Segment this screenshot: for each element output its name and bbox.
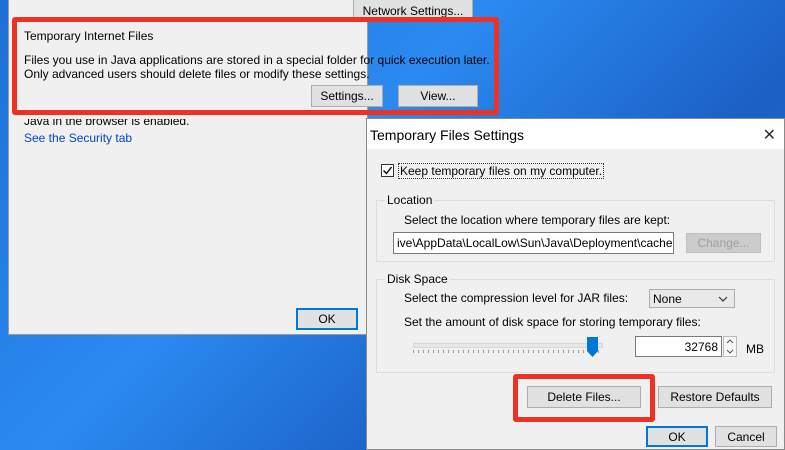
temporary-files-settings-dialog: Temporary Files Settings ✕ Keep temporar… [366,118,785,450]
location-description: Select the location where temporary file… [404,213,671,227]
change-button: Change... [686,233,761,253]
checkmark-icon [383,166,393,175]
browser-status-text: Java in the browser is enabled. [24,114,190,128]
slider-track [413,343,603,348]
network-settings-button[interactable]: Network Settings... [353,0,473,22]
compression-select[interactable]: None [649,289,735,308]
compression-value: None [653,291,682,306]
disk-space-group-title: Disk Space [385,272,450,286]
disk-unit-label: MB [746,342,764,356]
dialog-titlebar: Temporary Files Settings ✕ [367,119,784,149]
view-button[interactable]: View... [398,85,478,107]
disk-space-slider[interactable] [413,337,603,363]
disk-space-spinner[interactable] [723,336,737,357]
slider-ticks [413,350,603,353]
dialog-cancel-button[interactable]: Cancel [715,426,777,447]
dialog-ok-button[interactable]: OK [646,426,708,447]
location-path-field[interactable]: ive\AppData\LocalLow\Sun\Java\Deployment… [393,232,674,254]
back-ok-button[interactable]: OK [296,308,358,330]
settings-button[interactable]: Settings... [311,85,383,107]
temp-files-description-line2: Only advanced users should delete files … [24,67,370,81]
delete-files-button[interactable]: Delete Files... [527,386,641,408]
slider-thumb[interactable] [587,337,598,357]
spinner-up-icon [726,339,734,344]
keep-files-checkbox[interactable] [381,164,394,177]
compression-label: Select the compression level for JAR fil… [404,291,629,305]
temp-files-description-line1: Files you use in Java applications are s… [24,53,490,67]
restore-defaults-button[interactable]: Restore Defaults [658,386,772,408]
location-group-title: Location [385,193,435,207]
spinner-down-icon [726,349,734,354]
dialog-title: Temporary Files Settings [370,127,525,143]
chevron-down-icon [718,296,728,302]
close-icon[interactable]: ✕ [763,125,776,145]
keep-files-label[interactable]: Keep temporary files on my computer. [398,163,605,179]
java-control-panel-window: Network Settings... Temporary Internet F… [8,0,490,335]
security-tab-link[interactable]: See the Security tab [24,131,132,145]
temp-internet-files-title: Temporary Internet Files [24,29,154,43]
disk-space-input[interactable]: 32768 [635,336,722,357]
disk-amount-label: Set the amount of disk space for storing… [404,315,701,329]
